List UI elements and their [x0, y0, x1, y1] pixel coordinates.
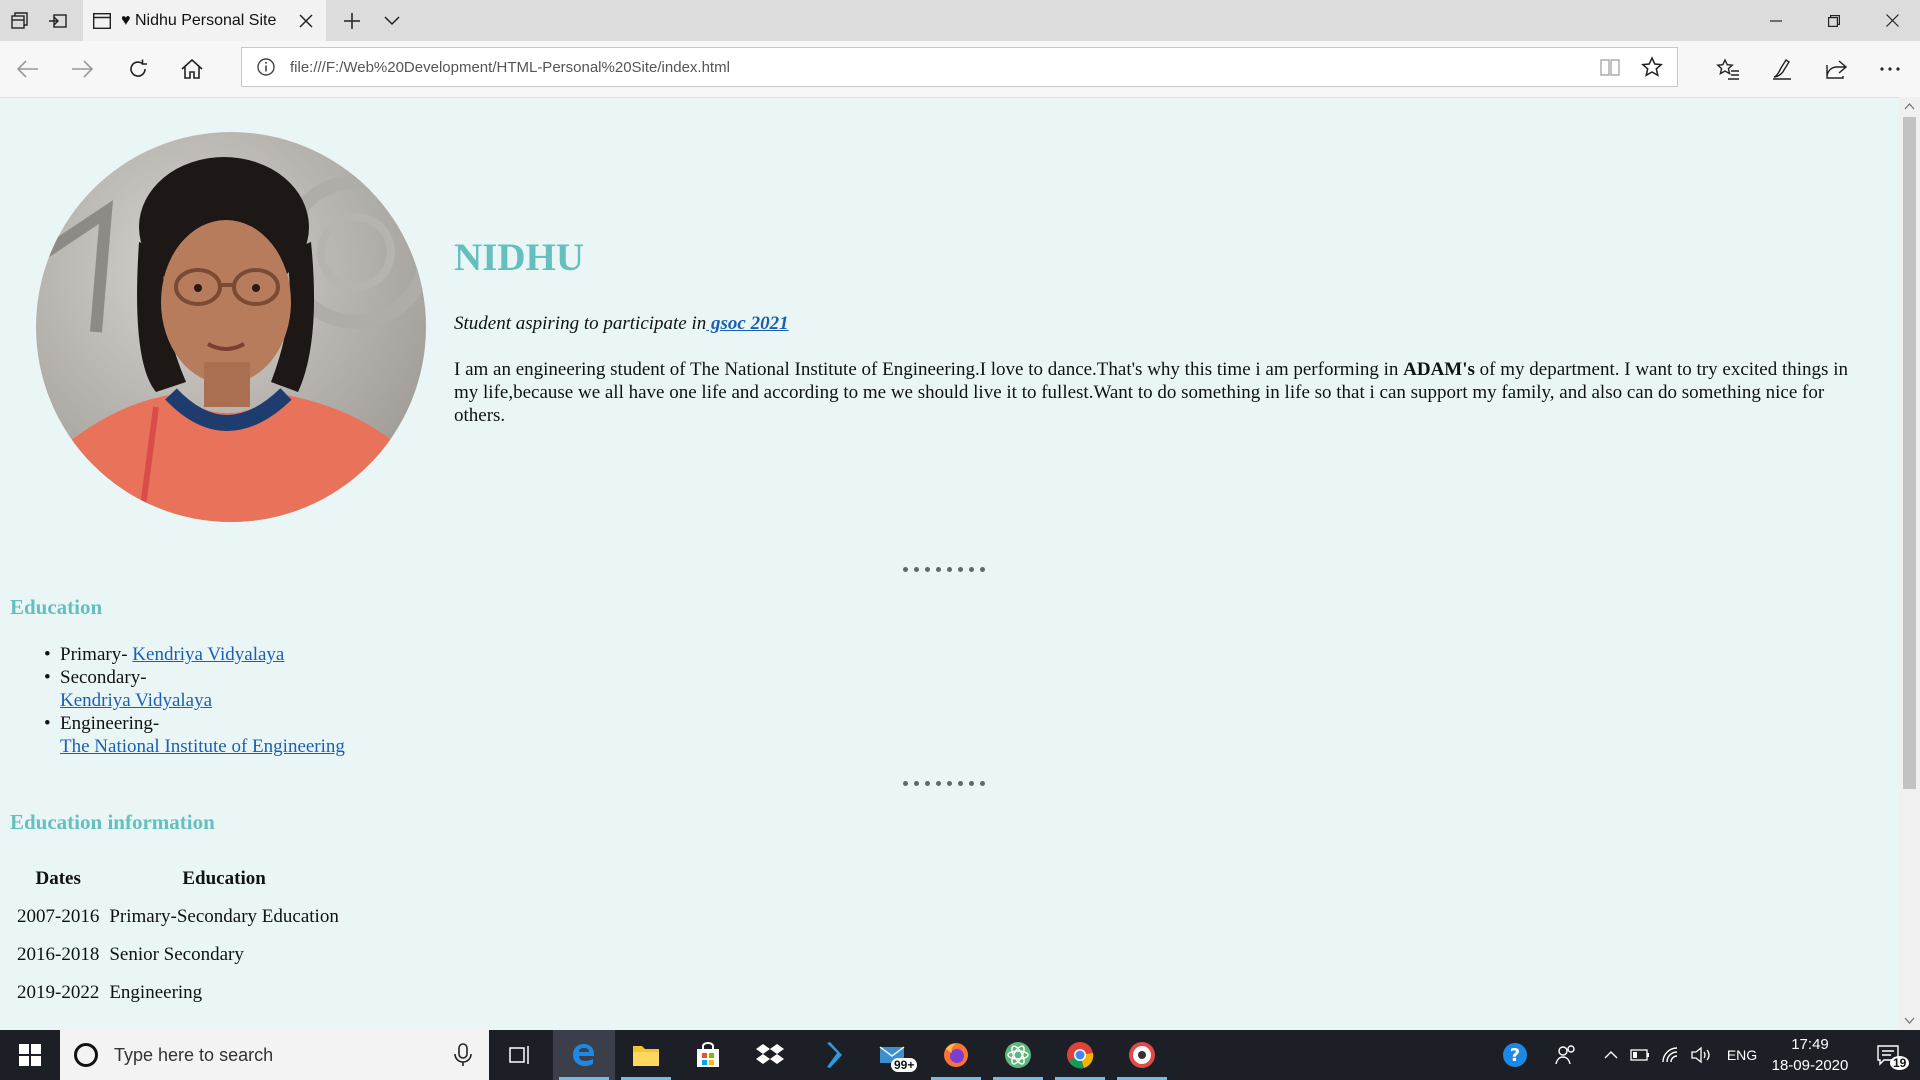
url-field[interactable]: file:///F:/Web%20Development/HTML-Person… — [241, 47, 1678, 87]
battery-icon[interactable] — [1629, 1030, 1651, 1080]
table-header: Education — [182, 868, 266, 889]
table-cell: 2019-2022 — [17, 982, 100, 1003]
set-aside-tabs-icon[interactable] — [46, 9, 70, 33]
info-icon[interactable] — [256, 57, 276, 77]
bio-bold-text: ADAM's — [1403, 359, 1475, 380]
wifi-icon[interactable] — [1659, 1030, 1683, 1080]
education-label: Engineering- — [60, 713, 160, 734]
pen-notes-icon[interactable] — [1768, 55, 1796, 83]
clock-date: 18-09-2020 — [1771, 1057, 1849, 1074]
home-icon[interactable] — [178, 55, 206, 83]
microphone-icon[interactable] — [453, 1043, 473, 1067]
taskbar: Type here to search 99+ ? ENG 17:49 18-0… — [0, 1030, 1920, 1080]
browser-tab[interactable]: ♥ Nidhu Personal Site — [83, 0, 326, 41]
tab-actions-icon[interactable] — [8, 9, 32, 33]
refresh-icon[interactable] — [124, 55, 152, 83]
mail-badge: 99+ — [891, 1058, 918, 1072]
scroll-up-icon[interactable] — [1904, 101, 1915, 112]
close-window-icon[interactable] — [1863, 0, 1920, 41]
help-icon[interactable]: ? — [1497, 1030, 1533, 1080]
notification-count-badge: 19 — [1890, 1056, 1910, 1070]
chrome-icon[interactable] — [1049, 1030, 1111, 1080]
back-arrow-icon[interactable] — [14, 55, 42, 83]
restore-icon[interactable] — [1805, 0, 1863, 41]
table-cell: Engineering — [109, 982, 203, 1003]
table-row: 2016-2018 Senior Secondary — [12, 936, 344, 974]
tagline: Student aspiring to participate in gsoc … — [454, 313, 789, 335]
volume-icon[interactable] — [1689, 1030, 1713, 1080]
notification-center-icon[interactable]: 19 — [1866, 1030, 1910, 1080]
media-player-icon[interactable] — [1111, 1030, 1173, 1080]
tab-bar: ♥ Nidhu Personal Site — [0, 0, 1920, 41]
clock-time: 17:49 — [1791, 1036, 1829, 1053]
share-icon[interactable] — [1822, 55, 1850, 83]
people-icon[interactable] — [1553, 1030, 1579, 1080]
vertical-scrollbar[interactable] — [1899, 97, 1920, 1030]
table-row: 2019-2022 Engineering — [12, 974, 344, 1012]
profile-photo — [36, 132, 426, 522]
scrollbar-thumb[interactable] — [1903, 117, 1916, 789]
url-text: file:///F:/Web%20Development/HTML-Person… — [290, 58, 730, 76]
atom-icon[interactable] — [987, 1030, 1049, 1080]
page-title: NIDHU — [454, 236, 585, 279]
dropbox-icon[interactable] — [739, 1030, 801, 1080]
table-row: 2007-2016 Primary-Secondary Education — [12, 898, 344, 936]
page-icon — [93, 12, 111, 29]
tab-title: ♥ Nidhu Personal Site — [121, 11, 277, 29]
vscode-icon[interactable] — [801, 1030, 863, 1080]
close-tab-icon[interactable] — [296, 11, 316, 31]
taskbar-search-input[interactable]: Type here to search — [60, 1030, 489, 1080]
dotted-divider — [903, 774, 991, 791]
file-explorer-icon[interactable] — [615, 1030, 677, 1080]
table-cell: Primary-Secondary Education — [109, 906, 339, 927]
search-placeholder: Type here to search — [114, 1044, 274, 1065]
table-cell: 2007-2016 — [17, 906, 100, 927]
new-tab-icon[interactable] — [340, 9, 364, 33]
chevron-down-icon[interactable] — [380, 9, 404, 33]
svg-text:?: ? — [1510, 1045, 1520, 1066]
college-link[interactable]: The National Institute of Engineering — [60, 736, 345, 757]
firefox-icon[interactable] — [925, 1030, 987, 1080]
gsoc-link[interactable]: gsoc 2021 — [706, 313, 789, 334]
scroll-down-icon[interactable] — [1904, 1015, 1915, 1026]
table-cell: Senior Secondary — [109, 944, 244, 965]
minimize-icon[interactable] — [1747, 0, 1805, 41]
show-hidden-icons-icon[interactable] — [1601, 1030, 1621, 1080]
education-info-heading: Education information — [10, 810, 215, 834]
table-header: Dates — [35, 868, 81, 889]
school-link[interactable]: Kendriya Vidyalaya — [132, 644, 284, 665]
more-icon[interactable] — [1876, 55, 1904, 83]
list-item: • Engineering- The National Institute of E… — [44, 713, 345, 757]
cortana-icon — [74, 1043, 98, 1067]
system-clock[interactable]: 17:49 18-09-2020 — [1770, 1034, 1850, 1076]
mail-icon[interactable]: 99+ — [863, 1030, 925, 1080]
favorites-hub-icon[interactable] — [1714, 55, 1742, 83]
bio-text-start: I am an engineering student of The Natio… — [454, 359, 1404, 380]
bio-paragraph: I am an engineering student of The Natio… — [454, 358, 1864, 427]
dotted-divider — [903, 560, 991, 577]
language-indicator[interactable]: ENG — [1722, 1030, 1762, 1080]
windows-start-icon[interactable] — [0, 1030, 60, 1080]
education-list: • Primary- Kendriya Vidyalaya • Secondary-… — [44, 643, 345, 758]
school-link[interactable]: Kendriya Vidyalaya — [60, 690, 212, 711]
tagline-text: Student aspiring to participate in — [454, 313, 707, 334]
education-heading: Education — [10, 595, 103, 619]
task-view-icon[interactable] — [489, 1030, 551, 1080]
forward-arrow-icon[interactable] — [68, 55, 96, 83]
edge-browser-icon[interactable] — [553, 1030, 615, 1080]
education-label: Primary- — [60, 644, 133, 665]
table-cell: 2016-2018 — [17, 944, 100, 965]
education-table: Dates Education 2007-2016 Primary-Second… — [12, 860, 344, 1012]
reading-view-icon[interactable] — [1599, 56, 1621, 78]
address-bar: file:///F:/Web%20Development/HTML-Person… — [0, 41, 1920, 98]
education-label: Secondary- — [60, 667, 147, 688]
list-item: • Primary- Kendriya Vidyalaya — [44, 644, 285, 665]
favorite-star-icon[interactable] — [1641, 56, 1663, 78]
store-icon[interactable] — [677, 1030, 739, 1080]
table-header-row: Dates Education — [12, 860, 344, 898]
list-item: • Secondary- Kendriya Vidyalaya — [44, 667, 213, 711]
page-viewport: NIDHU Student aspiring to participate in… — [0, 97, 1899, 1030]
